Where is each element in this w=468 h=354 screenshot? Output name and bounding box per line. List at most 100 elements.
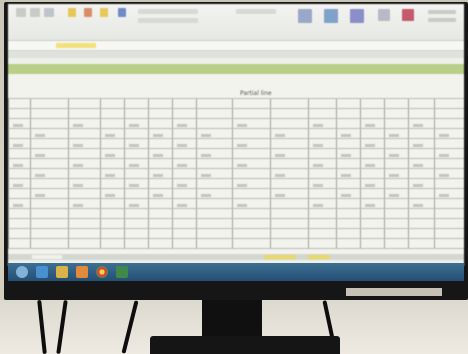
ribbon-icon	[428, 18, 456, 22]
blurred-cell-value	[153, 194, 163, 197]
chrome-icon[interactable]	[96, 266, 108, 278]
blurred-cell-value	[237, 164, 247, 167]
blurred-cell-value	[413, 204, 423, 207]
blurred-cell-value	[73, 124, 83, 127]
monitor-brand-label	[346, 288, 442, 296]
ie-icon[interactable]	[36, 266, 48, 278]
blurred-cell-value	[73, 204, 83, 207]
monitor-screen: Partial line	[8, 4, 464, 266]
blurred-cell-value	[13, 144, 23, 147]
grid-row-line	[8, 98, 464, 99]
excel-ribbon	[8, 4, 464, 41]
blurred-cell-value	[201, 174, 211, 177]
blurred-cell-value	[275, 134, 285, 137]
ribbon-icon	[100, 8, 108, 17]
blurred-cell-value	[439, 154, 449, 157]
grid-row-line	[8, 208, 464, 209]
monitor-stand-base	[150, 336, 340, 354]
grid-row-line	[8, 188, 464, 189]
blurred-cell-value	[313, 144, 323, 147]
grid-column-line	[270, 98, 271, 248]
grid-column-line	[8, 98, 9, 248]
blurred-cell-value	[313, 204, 323, 207]
blurred-cell-value	[153, 174, 163, 177]
grid-column-line	[172, 98, 173, 248]
ribbon-icon	[402, 9, 414, 21]
sheet-tab	[308, 255, 330, 259]
blurred-cell-value	[129, 184, 139, 187]
blurred-cell-value	[105, 134, 115, 137]
grid-row-line	[8, 198, 464, 199]
ribbon-icon	[138, 9, 198, 14]
sheet-title: Partial line	[240, 90, 272, 97]
blurred-cell-value	[413, 144, 423, 147]
blurred-cell-value	[413, 124, 423, 127]
blurred-cell-value	[341, 174, 351, 177]
blurred-cell-value	[73, 184, 83, 187]
ribbon-icon	[298, 9, 312, 23]
excel-icon[interactable]	[116, 266, 128, 278]
grid-row-line	[8, 238, 464, 239]
blurred-cell-value	[413, 164, 423, 167]
blurred-cell-value	[201, 134, 211, 137]
blurred-cell-value	[275, 174, 285, 177]
blurred-cell-value	[275, 194, 285, 197]
column-headers	[8, 51, 464, 58]
grid-row-line	[8, 128, 464, 129]
blurred-cell-value	[35, 194, 45, 197]
grid-row-line	[8, 118, 464, 119]
blurred-cell-value	[177, 204, 187, 207]
blurred-cell-value	[105, 174, 115, 177]
ribbon-icon	[44, 8, 54, 17]
ribbon-icon	[68, 8, 76, 17]
grid-row-line	[8, 168, 464, 169]
blurred-cell-value	[13, 184, 23, 187]
blurred-cell-value	[439, 194, 449, 197]
blurred-cell-value	[313, 124, 323, 127]
blurred-cell-value	[389, 194, 399, 197]
sheet-tab	[32, 255, 62, 259]
blurred-cell-value	[153, 134, 163, 137]
grid-row-line	[8, 178, 464, 179]
blurred-cell-value	[73, 144, 83, 147]
blurred-cell-value	[201, 194, 211, 197]
blurred-cell-value	[129, 124, 139, 127]
blurred-cell-value	[129, 164, 139, 167]
grid-row-line	[8, 148, 464, 149]
ribbon-icon	[84, 8, 92, 17]
grid-row-line	[8, 158, 464, 159]
media-icon[interactable]	[76, 266, 88, 278]
grid-row-line	[8, 228, 464, 229]
ribbon-icon	[118, 8, 126, 17]
blurred-cell-value	[439, 174, 449, 177]
grid-column-line	[148, 98, 149, 248]
blurred-cell-value	[341, 154, 351, 157]
grid-column-line	[30, 98, 31, 248]
blurred-cell-value	[237, 144, 247, 147]
blurred-cell-value	[177, 124, 187, 127]
blurred-cell-value	[389, 134, 399, 137]
blurred-cell-value	[35, 134, 45, 137]
blurred-cell-value	[275, 154, 285, 157]
blurred-cell-value	[365, 164, 375, 167]
name-box	[56, 43, 96, 48]
windows-start-icon[interactable]	[16, 266, 28, 278]
blurred-cell-value	[237, 124, 247, 127]
blurred-cell-value	[35, 174, 45, 177]
grid-column-line	[336, 98, 337, 248]
folder-icon[interactable]	[56, 266, 68, 278]
blurred-cell-value	[313, 164, 323, 167]
blurred-cell-value	[365, 204, 375, 207]
grid-column-line	[232, 98, 233, 248]
blurred-cell-value	[341, 194, 351, 197]
grid-column-line	[68, 98, 69, 248]
sheet-tab	[264, 255, 296, 259]
grid-row-line	[8, 218, 464, 219]
blurred-cell-value	[439, 134, 449, 137]
ribbon-icon	[428, 10, 456, 14]
grid-column-line	[434, 98, 435, 248]
blurred-cell-value	[129, 144, 139, 147]
grid-row-line	[8, 138, 464, 139]
blurred-cell-value	[365, 124, 375, 127]
green-highlight-row	[8, 64, 464, 74]
